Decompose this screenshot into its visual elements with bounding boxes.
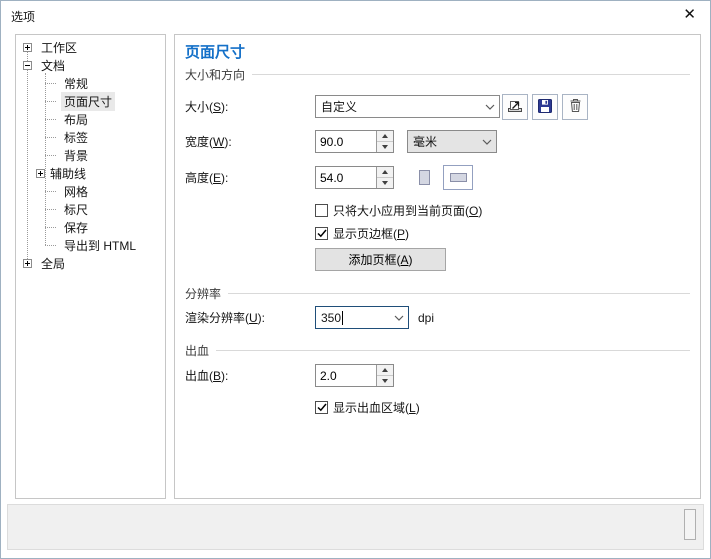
page-title: 页面尺寸 [185,41,245,62]
checkmark-icon [317,403,327,412]
size-select[interactable]: 自定义 [315,95,500,118]
tree-item-label[interactable]: 工作区 [38,38,80,57]
tree-item-label[interactable]: 全局 [38,254,68,273]
tree-item-background: 背景 [16,146,165,164]
portrait-orientation-button[interactable] [412,165,436,190]
tree-item-workspace: 工作区 [16,38,165,56]
scrollbar-thumb[interactable] [684,509,696,540]
checkbox-label: 显示出血区域(L) [333,399,420,416]
spinner-buttons [376,131,393,152]
chevron-down-icon [481,104,499,110]
tree-item-label[interactable]: 标尺 [61,200,91,219]
add-page-frame-button[interactable]: 添加页框(A) [315,248,446,271]
spinner-buttons [376,365,393,386]
tree-item-label[interactable]: 文档 [38,56,68,75]
width-input[interactable] [316,131,376,152]
text-caret [342,311,343,325]
width-spinner [315,130,394,153]
spin-up-button[interactable] [377,365,393,376]
chevron-down-icon [390,315,408,321]
expand-plus-icon[interactable] [23,259,32,268]
tree-item-label[interactable]: 保存 [61,218,91,237]
height-spinner [315,166,394,189]
landscape-icon [450,173,467,182]
tree-item-document: 文档 [16,56,165,74]
bleed-label: 出血(B): [185,367,315,384]
spin-down-button[interactable] [377,178,393,188]
tree-item-layout: 布局 [16,110,165,128]
delete-page-size-button[interactable] [562,94,588,120]
section-divider [252,74,690,75]
show-page-border-row: 显示页边框(P) [315,225,409,242]
collapse-minus-icon[interactable] [23,61,32,70]
printer-import-icon [507,98,524,117]
render-resolution-value: 350 [316,311,390,325]
spin-up-button[interactable] [377,131,393,142]
render-resolution-label: 渲染分辨率(U): [185,309,315,326]
height-input[interactable] [316,167,376,188]
section-header-resolution: 分辨率 [185,285,221,302]
section-divider [228,293,690,294]
dialog-title: 选项 [11,8,35,25]
checkmark-icon [317,229,327,238]
bleed-input[interactable] [316,365,376,386]
portrait-icon [419,170,430,185]
save-page-size-button[interactable] [532,94,558,120]
dpi-unit-label: dpi [418,311,434,325]
expand-plus-icon[interactable] [23,43,32,52]
tree-item-label[interactable]: 标签 [61,128,91,147]
expand-plus-icon[interactable] [36,169,45,178]
tree-item-label[interactable]: 网格 [61,182,91,201]
spin-down-button[interactable] [377,142,393,152]
tree-item-label[interactable]: 辅助线 [47,164,89,183]
tree-item-label-selected[interactable]: 页面尺寸 [61,92,115,111]
tree-item-label: 标签 [16,128,165,146]
tree-item-export-html: 导出到 HTML [16,236,165,254]
tree-item-grid: 网格 [16,182,165,200]
checkbox-label: 只将大小应用到当前页面(O) [333,202,482,219]
chevron-down-icon [478,139,496,145]
title-bar: 选项 ✕ [1,1,710,29]
tree-item-save: 保存 [16,218,165,236]
tree-item-general: 常规 [16,74,165,92]
checkbox-unchecked[interactable] [315,204,328,217]
bottom-panel [7,504,704,550]
size-select-value: 自定义 [316,98,481,115]
get-size-from-printer-button[interactable] [502,94,528,120]
settings-tree: 工作区 文档 常规 页面尺寸 布局 标签 背景 辅助线 网格 标尺 [15,34,166,499]
width-label: 宽度(W): [185,133,315,150]
page-size-panel: 页面尺寸 大小和方向 大小(S): 自定义 [174,34,701,499]
spinner-buttons [376,167,393,188]
show-bleed-area-row: 显示出血区域(L) [315,399,420,416]
tree-item-guidelines: 辅助线 [16,164,165,182]
tree-item-label[interactable]: 导出到 HTML [61,236,139,255]
size-label: 大小(S): [185,98,315,115]
checkbox-checked[interactable] [315,401,328,414]
checkbox-label: 显示页边框(P) [333,225,409,242]
bleed-spinner [315,364,394,387]
options-dialog: 选项 ✕ 工作区 文档 常规 页面尺寸 布局 标签 背景 辅助 [0,0,711,559]
render-resolution-combo[interactable]: 350 [315,306,409,329]
section-divider [216,350,690,351]
tree-item-label[interactable]: 常规 [61,74,91,93]
tree-item-page-size: 页面尺寸 [16,92,165,110]
tree-item-global: 全局 [16,254,165,272]
close-button[interactable]: ✕ [683,6,696,24]
landscape-orientation-button[interactable] [443,165,473,190]
section-header-size-orientation: 大小和方向 [185,66,245,83]
checkbox-checked[interactable] [315,227,328,240]
trash-icon [569,98,582,116]
height-label: 高度(E): [185,169,315,186]
floppy-save-icon [538,99,552,116]
section-header-bleed: 出血 [185,342,209,359]
spin-down-button[interactable] [377,376,393,386]
tree-item-label[interactable]: 背景 [61,146,91,165]
tree-item-rulers: 标尺 [16,200,165,218]
tree-item-label[interactable]: 布局 [61,110,91,129]
apply-current-page-row: 只将大小应用到当前页面(O) [315,202,482,219]
spin-up-button[interactable] [377,167,393,178]
unit-select[interactable]: 毫米 [407,130,497,153]
unit-select-value: 毫米 [408,133,478,150]
